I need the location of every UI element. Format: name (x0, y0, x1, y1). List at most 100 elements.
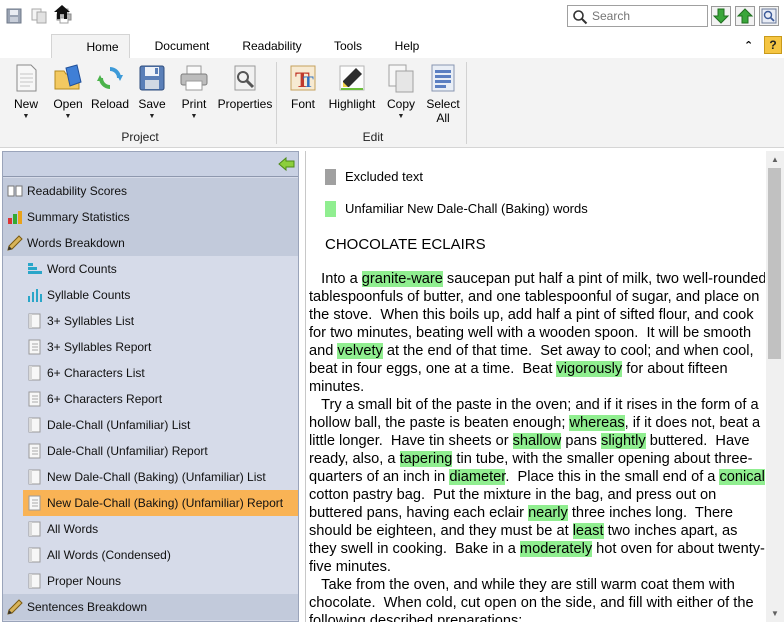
tab-help[interactable]: Help (385, 34, 429, 58)
new-button[interactable]: New ▼ (8, 60, 44, 130)
search-options-button[interactable] (759, 6, 779, 26)
open-button-label: Open (53, 97, 83, 111)
chevron-down-icon: ▼ (397, 113, 405, 120)
list-icon (27, 469, 43, 485)
list-icon (27, 417, 43, 433)
sidebar-item-label: 6+ Characters List (47, 366, 145, 380)
highlight-button[interactable]: Highlight (325, 60, 379, 130)
list-icon (27, 365, 43, 381)
copy-icon (385, 62, 417, 94)
unfamiliar-word: velvety (337, 343, 383, 359)
highlight-pen-icon (336, 62, 368, 94)
tab-readability-label: Readability (242, 39, 302, 53)
sidebar-item-word-counts[interactable]: Word Counts (23, 256, 298, 282)
save-disk-icon (136, 62, 168, 94)
search-input[interactable] (592, 8, 704, 24)
copy-icon[interactable] (31, 8, 47, 24)
save-button[interactable]: Save ▼ (134, 60, 170, 130)
sidebar-item-label: New Dale-Chall (Baking) (Unfamiliar) Rep… (47, 496, 284, 510)
sidebar-item-label: Syllable Counts (47, 288, 131, 302)
legend-swatch (325, 201, 336, 217)
document-view[interactable]: Excluded text Unfamiliar New Dale-Chall … (309, 151, 765, 622)
properties-button[interactable]: Properties (216, 60, 274, 130)
print-button[interactable]: Print ▼ (176, 60, 212, 130)
edit-group-label: Edit (362, 130, 384, 144)
sidebar-item-all-words-condensed[interactable]: All Words (Condensed) (23, 542, 298, 568)
select-all-button[interactable]: Select All (423, 60, 463, 130)
text-run: Take from the oven, and while they are s… (309, 577, 758, 622)
sidebar-item-sentences-breakdown[interactable]: Sentences Breakdown (3, 594, 298, 620)
collapse-sidebar-icon[interactable] (278, 156, 296, 172)
tab-document-label: Document (154, 39, 210, 53)
scroll-up-arrow-icon[interactable]: ▲ (766, 151, 784, 168)
tab-tools[interactable]: Tools (323, 34, 373, 58)
unfamiliar-word: vigorously (556, 361, 623, 377)
font-button-label: Font (290, 97, 315, 111)
sidebar-item-label: 3+ Syllables List (47, 314, 135, 328)
text-run: . Place this in the small end of a (505, 469, 720, 485)
sidebar-header (3, 152, 298, 177)
sidebar-item-3-syllables-report[interactable]: 3+ Syllables Report (23, 334, 298, 360)
collapse-ribbon-icon[interactable]: ⌃ (744, 39, 753, 52)
pencil-icon (7, 599, 23, 615)
sidebar-item-dale-chall-unfamiliar-list[interactable]: Dale-Chall (Unfamiliar) List (23, 412, 298, 438)
document-pane: Excluded text Unfamiliar New Dale-Chall … (305, 151, 784, 622)
unfamiliar-word: conical (719, 469, 765, 485)
sidebar-item-syllable-counts[interactable]: Syllable Counts (23, 282, 298, 308)
scroll-down-arrow-icon[interactable]: ▼ (766, 605, 784, 622)
document-paragraph: Into a granite-ware saucepan put half a … (309, 270, 765, 396)
sidebar-item-summary-statistics[interactable]: Summary Statistics (3, 204, 298, 230)
ribbon-group-separator (276, 62, 277, 144)
tab-tools-label: Tools (333, 39, 362, 53)
sidebar-item-readability-scores[interactable]: Readability Scores (3, 178, 298, 204)
unfamiliar-word: diameter (449, 469, 506, 485)
document-body: Into a granite-ware saucepan put half a … (309, 270, 765, 622)
tab-readability[interactable]: Readability (234, 34, 310, 58)
book-icon (7, 183, 23, 199)
bar-chart-icon (27, 287, 43, 303)
sidebar-item-label: 3+ Syllables Report (47, 340, 152, 354)
home-icon (53, 3, 71, 21)
scroll-thumb[interactable] (768, 168, 781, 359)
copy-button[interactable]: Copy ▼ (383, 60, 419, 130)
text-run: pans (561, 433, 602, 449)
sidebar-item-dale-chall-unfamiliar-report[interactable]: Dale-Chall (Unfamiliar) Report (23, 438, 298, 464)
svg-text:T: T (303, 74, 314, 91)
chevron-down-icon: ▼ (64, 113, 72, 120)
tab-home[interactable]: Home (51, 34, 130, 58)
sidebar-item-6-characters-list[interactable]: 6+ Characters List (23, 360, 298, 386)
font-icon: TT (287, 62, 319, 94)
sidebar-item-3-syllables-list[interactable]: 3+ Syllables List (23, 308, 298, 334)
sidebar-item-new-dale-chall-baking-unfamiliar-list[interactable]: New Dale-Chall (Baking) (Unfamiliar) Lis… (23, 464, 298, 490)
sidebar-item-proper-nouns[interactable]: Proper Nouns (23, 568, 298, 594)
search-next-button[interactable] (711, 6, 731, 26)
sidebar-item-new-dale-chall-baking-unfamiliar-report[interactable]: New Dale-Chall (Baking) (Unfamiliar) Rep… (23, 490, 298, 516)
sidebar-item-label: 6+ Characters Report (47, 392, 163, 406)
vertical-scrollbar[interactable]: ▲ ▼ (766, 151, 784, 622)
sidebar-item-label: Words Breakdown (27, 236, 125, 250)
sidebar-item-label: Sentences Breakdown (27, 600, 148, 614)
font-button[interactable]: TT Font (285, 60, 321, 130)
search-previous-button[interactable] (735, 6, 755, 26)
properties-button-label: Properties (217, 97, 273, 111)
unfamiliar-word: whereas (569, 415, 625, 431)
sidebar-item-words-breakdown[interactable]: Words Breakdown (3, 230, 298, 256)
report-icon (27, 339, 43, 355)
search-box[interactable] (567, 5, 708, 27)
list-icon (27, 313, 43, 329)
unfamiliar-word: least (572, 523, 604, 539)
open-folder-icon (52, 62, 84, 94)
legend-label: Unfamiliar New Dale-Chall (Baking) words (345, 201, 588, 216)
sidebar-item-all-words[interactable]: All Words (23, 516, 298, 542)
sidebar-item-label: Proper Nouns (47, 574, 122, 588)
sidebar-item-label: New Dale-Chall (Baking) (Unfamiliar) Lis… (47, 470, 266, 484)
open-button[interactable]: Open ▼ (50, 60, 86, 130)
highlight-button-label: Highlight (328, 97, 376, 111)
tab-document[interactable]: Document (143, 34, 221, 58)
reload-button[interactable]: Reload (90, 60, 130, 130)
help-button[interactable]: ? (764, 36, 782, 54)
tab-help-label: Help (394, 39, 420, 53)
sidebar-item-6-characters-report[interactable]: 6+ Characters Report (23, 386, 298, 412)
sidebar-item-label: All Words (47, 522, 99, 536)
save-icon[interactable] (6, 8, 22, 24)
